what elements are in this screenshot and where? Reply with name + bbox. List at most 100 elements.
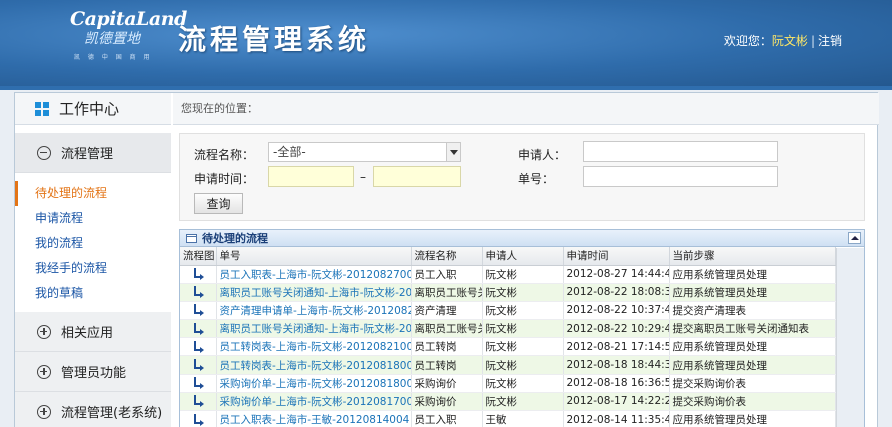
flowchart-icon[interactable]: [192, 377, 204, 390]
row-apply-time: 2012-08-22 18:08:31: [563, 283, 670, 302]
breadcrumb: 您现在的位置：: [173, 93, 879, 125]
flowchart-cell[interactable]: [180, 337, 217, 357]
applicant-input[interactable]: [583, 141, 778, 162]
row-apply-time: 2012-08-17 14:22:22: [563, 392, 670, 412]
row-apply-time: 2012-08-27 14:44:48: [563, 265, 670, 284]
section-label: 流程管理: [61, 147, 114, 162]
table-row[interactable]: 采购询价单-上海市-阮文彬-20120818001 采购询价 阮文彬 2012-…: [180, 374, 836, 393]
row-process-name: 员工转岗: [411, 355, 483, 375]
section-label: 管理员功能: [61, 366, 127, 381]
sidebar-title: 工作中心: [59, 100, 120, 118]
col-header-flowchart[interactable]: 流程图: [180, 247, 217, 266]
logout-link[interactable]: 注销: [818, 34, 842, 48]
sidebar-item-handled[interactable]: 我经手的流程: [15, 256, 171, 281]
row-apply-time: 2012-08-14 11:35:42: [563, 410, 670, 427]
row-process-name: 离职员工账号关: [411, 283, 483, 302]
row-process-name: 员工入职: [411, 410, 483, 427]
table-row[interactable]: 采购询价单-上海市-阮文彬-20120817004 采购询价 阮文彬 2012-…: [180, 392, 836, 412]
number-label: 单号：: [518, 172, 555, 186]
row-process-name: 员工入职: [411, 265, 483, 284]
section-legacy[interactable]: 流程管理(老系统): [15, 392, 171, 427]
content-frame: 工作中心 流程管理 待处理的流程 申请流程 我的流程 我经手的流程 我的草稿 相…: [14, 92, 879, 427]
section-process-management[interactable]: 流程管理: [15, 133, 171, 173]
row-applicant: 阮文彬: [482, 301, 564, 321]
table-row[interactable]: 员工转岗表-上海市-阮文彬-20120821002 员工转岗 阮文彬 2012-…: [180, 337, 836, 357]
flowchart-icon[interactable]: [192, 268, 204, 281]
section-related-apps[interactable]: 相关应用: [15, 312, 171, 352]
filter-form: 流程名称： -全部- 申请时间： – 申请人： 单号： 查询: [179, 133, 865, 221]
table-row[interactable]: 员工转岗表-上海市-阮文彬-20120818001 员工转岗 阮文彬 2012-…: [180, 355, 836, 375]
sidebar-item-pending[interactable]: 待处理的流程: [15, 181, 171, 206]
col-header-apply-time[interactable]: 申请时间: [563, 247, 670, 266]
col-header-current-step[interactable]: 当前步骤: [669, 247, 836, 266]
separator: |: [810, 34, 815, 48]
process-name-label: 流程名称：: [194, 148, 255, 162]
row-current-step: 提交资产清理表: [669, 301, 836, 321]
row-apply-time: 2012-08-22 10:37:42: [563, 301, 670, 321]
welcome-prefix: 欢迎您：: [723, 34, 772, 48]
flowchart-cell[interactable]: [180, 265, 217, 284]
flowchart-cell[interactable]: [180, 301, 217, 321]
row-number-link[interactable]: 采购询价单-上海市-阮文彬-20120817004: [216, 392, 412, 412]
flowchart-cell[interactable]: [180, 374, 217, 393]
col-header-process-name[interactable]: 流程名称: [411, 247, 483, 266]
flowchart-cell[interactable]: [180, 283, 217, 302]
row-process-name: 采购询价: [411, 392, 483, 412]
flowchart-icon[interactable]: [192, 395, 204, 408]
vertical-scrollbar[interactable]: [836, 248, 864, 427]
process-name-select[interactable]: -全部-: [268, 142, 461, 162]
section-admin[interactable]: 管理员功能: [15, 352, 171, 392]
flowchart-icon[interactable]: [192, 359, 204, 372]
row-number-link[interactable]: 采购询价单-上海市-阮文彬-20120818001: [216, 374, 412, 393]
flowchart-cell[interactable]: [180, 355, 217, 375]
table-row[interactable]: 资产清理申请单-上海市-阮文彬-2012082 资产清理 阮文彬 2012-08…: [180, 301, 836, 321]
flowchart-cell[interactable]: [180, 410, 217, 427]
row-number-link[interactable]: 员工转岗表-上海市-阮文彬-20120821002: [216, 337, 412, 357]
row-apply-time: 2012-08-18 18:44:30: [563, 355, 670, 375]
start-date-input[interactable]: [268, 166, 354, 187]
col-header-number[interactable]: 单号: [216, 247, 412, 266]
row-number-link[interactable]: 离职员工账号关闭通知-上海市-阮文彬-20: [216, 319, 412, 339]
row-process-name: 员工转岗: [411, 337, 483, 357]
row-number-link[interactable]: 员工入职表-上海市-王敏-20120814004: [216, 410, 412, 427]
header-bar: CapitaLand 凯德置地 凯 德 中 国 商 用 流程管理系统 欢迎您：阮…: [0, 0, 892, 86]
table-header-row: 流程图 单号 流程名称 申请人 申请时间 当前步骤: [180, 247, 836, 266]
collapse-up-icon[interactable]: [848, 232, 861, 244]
flowchart-cell[interactable]: [180, 392, 217, 412]
table-row[interactable]: 离职员工账号关闭通知-上海市-阮文彬-20 离职员工账号关 阮文彬 2012-0…: [180, 319, 836, 339]
row-current-step: 提交采购询价表: [669, 392, 836, 412]
process-name-value: -全部-: [273, 145, 306, 159]
number-input[interactable]: [583, 166, 778, 187]
table-row[interactable]: 员工入职表-上海市-王敏-20120814004 员工入职 王敏 2012-08…: [180, 410, 836, 427]
row-current-step: 提交采购询价表: [669, 374, 836, 393]
sidebar-header: 工作中心: [15, 93, 171, 125]
row-number-link[interactable]: 离职员工账号关闭通知-上海市-阮文彬-20: [216, 283, 412, 302]
col-header-applicant[interactable]: 申请人: [482, 247, 564, 266]
expand-plus-icon: [37, 404, 51, 419]
flowchart-icon[interactable]: [192, 413, 204, 426]
row-number-link[interactable]: 资产清理申请单-上海市-阮文彬-2012082: [216, 301, 412, 321]
flowchart-icon[interactable]: [192, 322, 204, 335]
username-link[interactable]: 阮文彬: [772, 34, 808, 48]
date-separator: –: [360, 170, 366, 184]
query-button[interactable]: 查询: [194, 193, 243, 214]
main-area: 您现在的位置： 流程名称： -全部- 申请时间： – 申请人： 单号： 查询 待…: [173, 93, 879, 427]
table-row[interactable]: 离职员工账号关闭通知-上海市-阮文彬-20 离职员工账号关 阮文彬 2012-0…: [180, 283, 836, 302]
row-number-link[interactable]: 员工入职表-上海市-阮文彬-20120827001: [216, 265, 412, 284]
sidebar-item-drafts[interactable]: 我的草稿: [15, 281, 171, 306]
flowchart-icon[interactable]: [192, 286, 204, 299]
flowchart-icon[interactable]: [192, 340, 204, 353]
row-process-name: 采购询价: [411, 374, 483, 393]
end-date-input[interactable]: [373, 166, 461, 187]
flowchart-cell[interactable]: [180, 319, 217, 339]
pending-list-panel: 待处理的流程 流程图 单号 流程名称 申请人 申请时间 当前步骤 员工入职表-上…: [179, 229, 865, 427]
sidebar-item-apply[interactable]: 申请流程: [15, 206, 171, 231]
grid-icon: [35, 101, 49, 116]
row-number-link[interactable]: 员工转岗表-上海市-阮文彬-20120818001: [216, 355, 412, 375]
row-current-step: 应用系统管理员处理: [669, 283, 836, 302]
expand-plus-icon: [37, 364, 51, 379]
row-current-step: 应用系统管理员处理: [669, 265, 836, 284]
sidebar-item-my-processes[interactable]: 我的流程: [15, 231, 171, 256]
table-row[interactable]: 员工入职表-上海市-阮文彬-20120827001 员工入职 阮文彬 2012-…: [180, 265, 836, 284]
flowchart-icon[interactable]: [192, 304, 204, 317]
